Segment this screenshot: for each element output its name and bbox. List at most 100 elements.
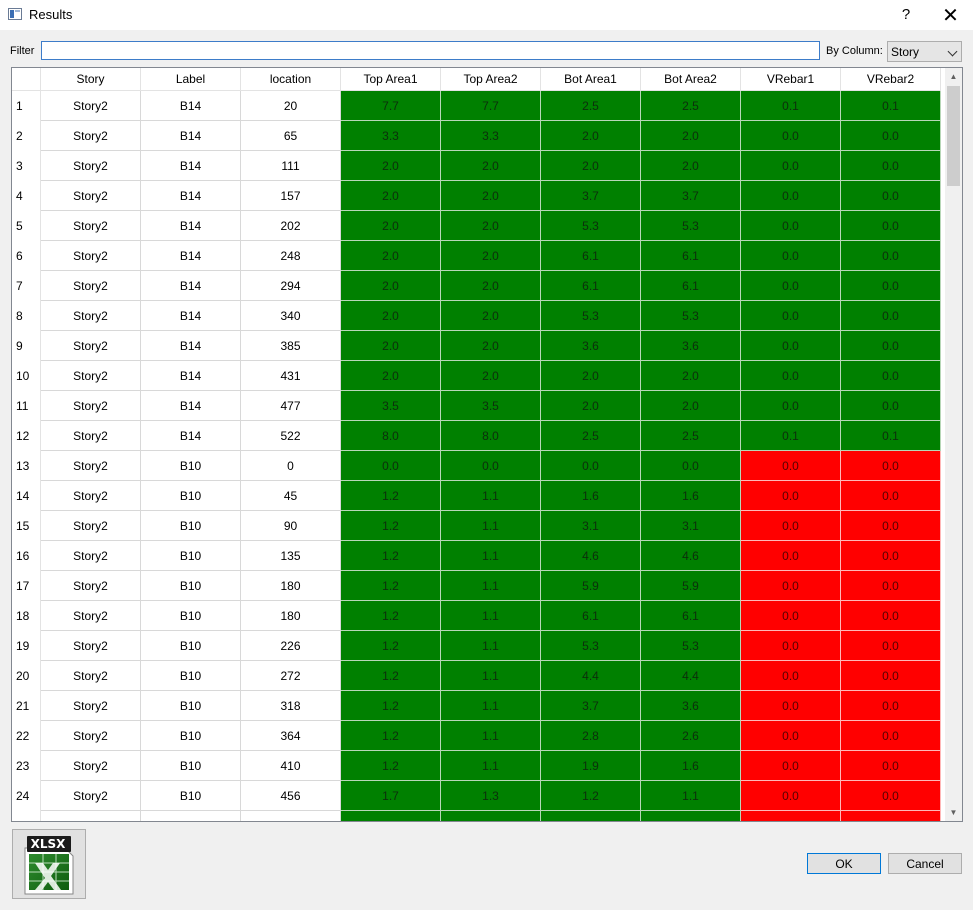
table-cell-value[interactable]: 1.1 bbox=[441, 511, 541, 541]
table-cell-story[interactable]: Story2 bbox=[41, 241, 141, 271]
row-number[interactable]: 21 bbox=[12, 691, 41, 721]
table-row[interactable]: 16 Story2 B10 135 1.2 1.1 4.6 4.6 0.0 0.0 bbox=[12, 541, 942, 571]
table-cell-value[interactable]: 0.0 bbox=[741, 721, 841, 751]
table-cell-value[interactable]: 2.0 bbox=[441, 361, 541, 391]
table-cell-value[interactable]: 2.0 bbox=[341, 331, 441, 361]
table-row[interactable]: 19 Story2 B10 226 1.2 1.1 5.3 5.3 0.0 0.0 bbox=[12, 631, 942, 661]
table-cell-value[interactable]: 0.0 bbox=[741, 781, 841, 811]
table-cell-location[interactable]: 226 bbox=[241, 631, 341, 661]
row-number[interactable]: 13 bbox=[12, 451, 41, 481]
table-cell-value[interactable]: 3.3 bbox=[341, 121, 441, 151]
table-cell-value[interactable]: 0.0 bbox=[841, 541, 941, 571]
table-row[interactable]: 10 Story2 B14 431 2.0 2.0 2.0 2.0 0.0 0.0 bbox=[12, 361, 942, 391]
table-cell-value[interactable]: 3.1 bbox=[641, 511, 741, 541]
column-header[interactable]: Top Area2 bbox=[441, 68, 541, 91]
table-cell-value[interactable]: 0.1 bbox=[741, 421, 841, 451]
row-number[interactable]: 15 bbox=[12, 511, 41, 541]
table-cell-story[interactable]: Story2 bbox=[41, 781, 141, 811]
table-cell-story[interactable]: Story2 bbox=[41, 541, 141, 571]
table-cell-value[interactable]: 0.0 bbox=[841, 271, 941, 301]
table-cell-location[interactable]: 248 bbox=[241, 241, 341, 271]
table-cell-value[interactable]: 1.2 bbox=[341, 661, 441, 691]
table-cell-value[interactable]: 0.0 bbox=[841, 661, 941, 691]
table-cell-story[interactable]: Story2 bbox=[41, 421, 141, 451]
table-cell-label[interactable]: B14 bbox=[141, 91, 241, 121]
table-cell-story[interactable]: Story2 bbox=[41, 601, 141, 631]
row-number[interactable]: 6 bbox=[12, 241, 41, 271]
table-cell-value[interactable] bbox=[741, 811, 841, 821]
scroll-down-arrow-icon[interactable]: ▼ bbox=[945, 804, 962, 821]
table-cell-location[interactable]: 272 bbox=[241, 661, 341, 691]
table-cell-value[interactable]: 0.0 bbox=[841, 181, 941, 211]
row-number[interactable]: 4 bbox=[12, 181, 41, 211]
table-cell-label[interactable]: B10 bbox=[141, 691, 241, 721]
table-cell-value[interactable]: 0.0 bbox=[741, 751, 841, 781]
table-cell-value[interactable]: 2.0 bbox=[641, 151, 741, 181]
table-cell-value[interactable]: 2.0 bbox=[541, 361, 641, 391]
table-cell-value[interactable]: 5.9 bbox=[641, 571, 741, 601]
table-cell-location[interactable]: 477 bbox=[241, 391, 341, 421]
table-cell-story[interactable]: Story2 bbox=[41, 661, 141, 691]
table-cell-value[interactable]: 4.6 bbox=[541, 541, 641, 571]
close-button[interactable]: ✕ bbox=[928, 0, 973, 30]
row-number[interactable]: 17 bbox=[12, 571, 41, 601]
table-cell-value[interactable]: 6.1 bbox=[641, 241, 741, 271]
column-header[interactable]: VRebar2 bbox=[841, 68, 941, 91]
table-cell-story[interactable]: Story2 bbox=[41, 331, 141, 361]
table-cell-value[interactable]: 1.2 bbox=[341, 571, 441, 601]
table-cell-value[interactable]: 6.1 bbox=[541, 241, 641, 271]
table-cell-label[interactable]: B10 bbox=[141, 631, 241, 661]
table-cell-value[interactable]: 1.6 bbox=[541, 481, 641, 511]
table-cell-value[interactable]: 0.0 bbox=[741, 121, 841, 151]
table-cell-value[interactable] bbox=[641, 811, 741, 821]
table-row[interactable]: 4 Story2 B14 157 2.0 2.0 3.7 3.7 0.0 0.0 bbox=[12, 181, 942, 211]
table-cell-location[interactable]: 522 bbox=[241, 421, 341, 451]
table-cell-value[interactable]: 5.3 bbox=[541, 631, 641, 661]
table-cell-story[interactable]: Story2 bbox=[41, 511, 141, 541]
table-cell-value[interactable]: 0.0 bbox=[841, 391, 941, 421]
table-cell-value[interactable]: 0.0 bbox=[841, 721, 941, 751]
table-cell-value[interactable]: 5.3 bbox=[641, 631, 741, 661]
table-cell-value[interactable]: 0.0 bbox=[841, 691, 941, 721]
table-cell-value[interactable]: 0.0 bbox=[841, 361, 941, 391]
table-cell-value[interactable]: 0.0 bbox=[741, 451, 841, 481]
table-cell-value[interactable]: 2.0 bbox=[541, 151, 641, 181]
table-cell-value[interactable]: 0.0 bbox=[741, 601, 841, 631]
table-cell-value[interactable]: 7.7 bbox=[441, 91, 541, 121]
scroll-thumb[interactable] bbox=[947, 86, 960, 186]
table-cell-value[interactable]: 1.2 bbox=[341, 511, 441, 541]
table-cell-label[interactable]: B14 bbox=[141, 121, 241, 151]
table-row[interactable]: 11 Story2 B14 477 3.5 3.5 2.0 2.0 0.0 0.0 bbox=[12, 391, 942, 421]
table-cell-location[interactable]: 180 bbox=[241, 601, 341, 631]
table-cell-value[interactable]: 8.0 bbox=[441, 421, 541, 451]
table-cell-story[interactable] bbox=[41, 811, 141, 821]
table-cell-value[interactable] bbox=[841, 811, 941, 821]
row-number[interactable]: 9 bbox=[12, 331, 41, 361]
table-cell-value[interactable]: 1.1 bbox=[441, 661, 541, 691]
table-cell-story[interactable]: Story2 bbox=[41, 631, 141, 661]
table-cell-value[interactable]: 0.0 bbox=[741, 211, 841, 241]
table-cell-story[interactable]: Story2 bbox=[41, 391, 141, 421]
row-number[interactable]: 7 bbox=[12, 271, 41, 301]
column-header[interactable]: Bot Area2 bbox=[641, 68, 741, 91]
table-cell-value[interactable]: 0.0 bbox=[741, 391, 841, 421]
table-cell-value[interactable]: 0.0 bbox=[341, 451, 441, 481]
table-cell-location[interactable]: 180 bbox=[241, 571, 341, 601]
table-cell-story[interactable]: Story2 bbox=[41, 121, 141, 151]
table-cell-value[interactable]: 0.0 bbox=[741, 631, 841, 661]
cancel-button[interactable]: Cancel bbox=[888, 853, 962, 874]
export-xlsx-button[interactable]: XLSX bbox=[12, 829, 86, 899]
table-cell-story[interactable]: Story2 bbox=[41, 721, 141, 751]
row-number[interactable]: 19 bbox=[12, 631, 41, 661]
table-cell-value[interactable]: 6.1 bbox=[541, 271, 641, 301]
table-cell-value[interactable]: 3.6 bbox=[641, 331, 741, 361]
row-number[interactable]: 14 bbox=[12, 481, 41, 511]
table-cell-value[interactable]: 0.0 bbox=[841, 481, 941, 511]
table-cell-value[interactable]: 3.6 bbox=[541, 331, 641, 361]
table-cell-value[interactable]: 2.0 bbox=[441, 301, 541, 331]
table-cell-value[interactable]: 2.0 bbox=[441, 151, 541, 181]
table-cell-value[interactable]: 0.0 bbox=[541, 451, 641, 481]
table-row[interactable]: 17 Story2 B10 180 1.2 1.1 5.9 5.9 0.0 0.0 bbox=[12, 571, 942, 601]
table-cell-story[interactable]: Story2 bbox=[41, 91, 141, 121]
table-cell-value[interactable]: 3.7 bbox=[641, 181, 741, 211]
